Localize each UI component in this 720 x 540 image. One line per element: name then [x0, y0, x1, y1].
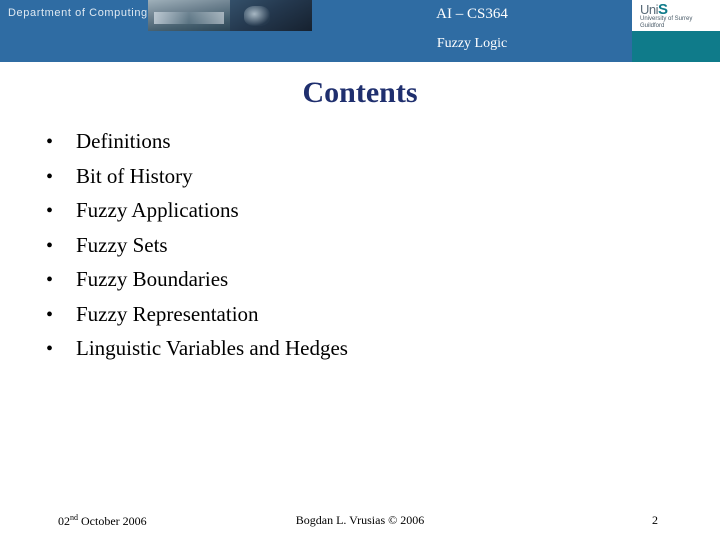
- header-photo-students: [230, 0, 312, 31]
- list-item: • Fuzzy Boundaries: [46, 262, 686, 297]
- slide-header: Department of Computing UniS University …: [0, 0, 720, 62]
- list-item: • Linguistic Variables and Hedges: [46, 331, 686, 366]
- header-photo-lab: [148, 0, 230, 31]
- logo-subline-2: Guildford: [640, 23, 665, 29]
- list-item-label: Bit of History: [76, 163, 193, 188]
- logo-prefix: Uni: [640, 2, 659, 17]
- teal-accent-band: [632, 31, 720, 62]
- list-item: • Fuzzy Sets: [46, 228, 686, 263]
- university-logo: UniS University of Surrey Guildford: [640, 1, 716, 30]
- list-item-label: Fuzzy Applications: [76, 198, 239, 222]
- footer-page-number: 2: [652, 513, 658, 527]
- bullet-icon: •: [46, 338, 54, 360]
- bullet-icon: •: [46, 200, 54, 222]
- header-lower-left-band: [0, 31, 312, 62]
- course-title: AI – CS364: [436, 6, 508, 22]
- list-item-label: Fuzzy Boundaries: [76, 267, 229, 291]
- list-item: • Definitions: [46, 124, 686, 159]
- course-subtitle: Fuzzy Logic: [436, 36, 508, 51]
- university-logo-subtext: University of Surrey Guildford: [640, 16, 692, 30]
- bullet-icon: •: [46, 234, 54, 257]
- list-item-label: Fuzzy Representation: [76, 301, 259, 326]
- bullet-icon: •: [46, 269, 54, 291]
- bullet-icon: •: [46, 131, 54, 153]
- list-item-label: Definitions: [76, 129, 171, 153]
- list-item: • Fuzzy Representation: [46, 297, 686, 332]
- contents-list: • Definitions • Bit of History • Fuzzy A…: [46, 124, 686, 366]
- list-item: • Fuzzy Applications: [46, 193, 686, 228]
- bullet-icon: •: [46, 165, 54, 188]
- bullet-icon: •: [46, 303, 54, 326]
- page-title: Contents: [302, 76, 418, 109]
- list-item-label: Fuzzy Sets: [76, 232, 168, 257]
- list-item: • Bit of History: [46, 159, 686, 194]
- list-item-label: Linguistic Variables and Hedges: [76, 336, 348, 360]
- department-banner: Department of Computing: [0, 0, 148, 31]
- footer-author: Bogdan L. Vrusias © 2006: [295, 513, 425, 527]
- header-photo-strip: [148, 0, 312, 31]
- logo-subline-1: University of Surrey: [640, 16, 693, 22]
- department-label: Department of Computing: [8, 7, 148, 19]
